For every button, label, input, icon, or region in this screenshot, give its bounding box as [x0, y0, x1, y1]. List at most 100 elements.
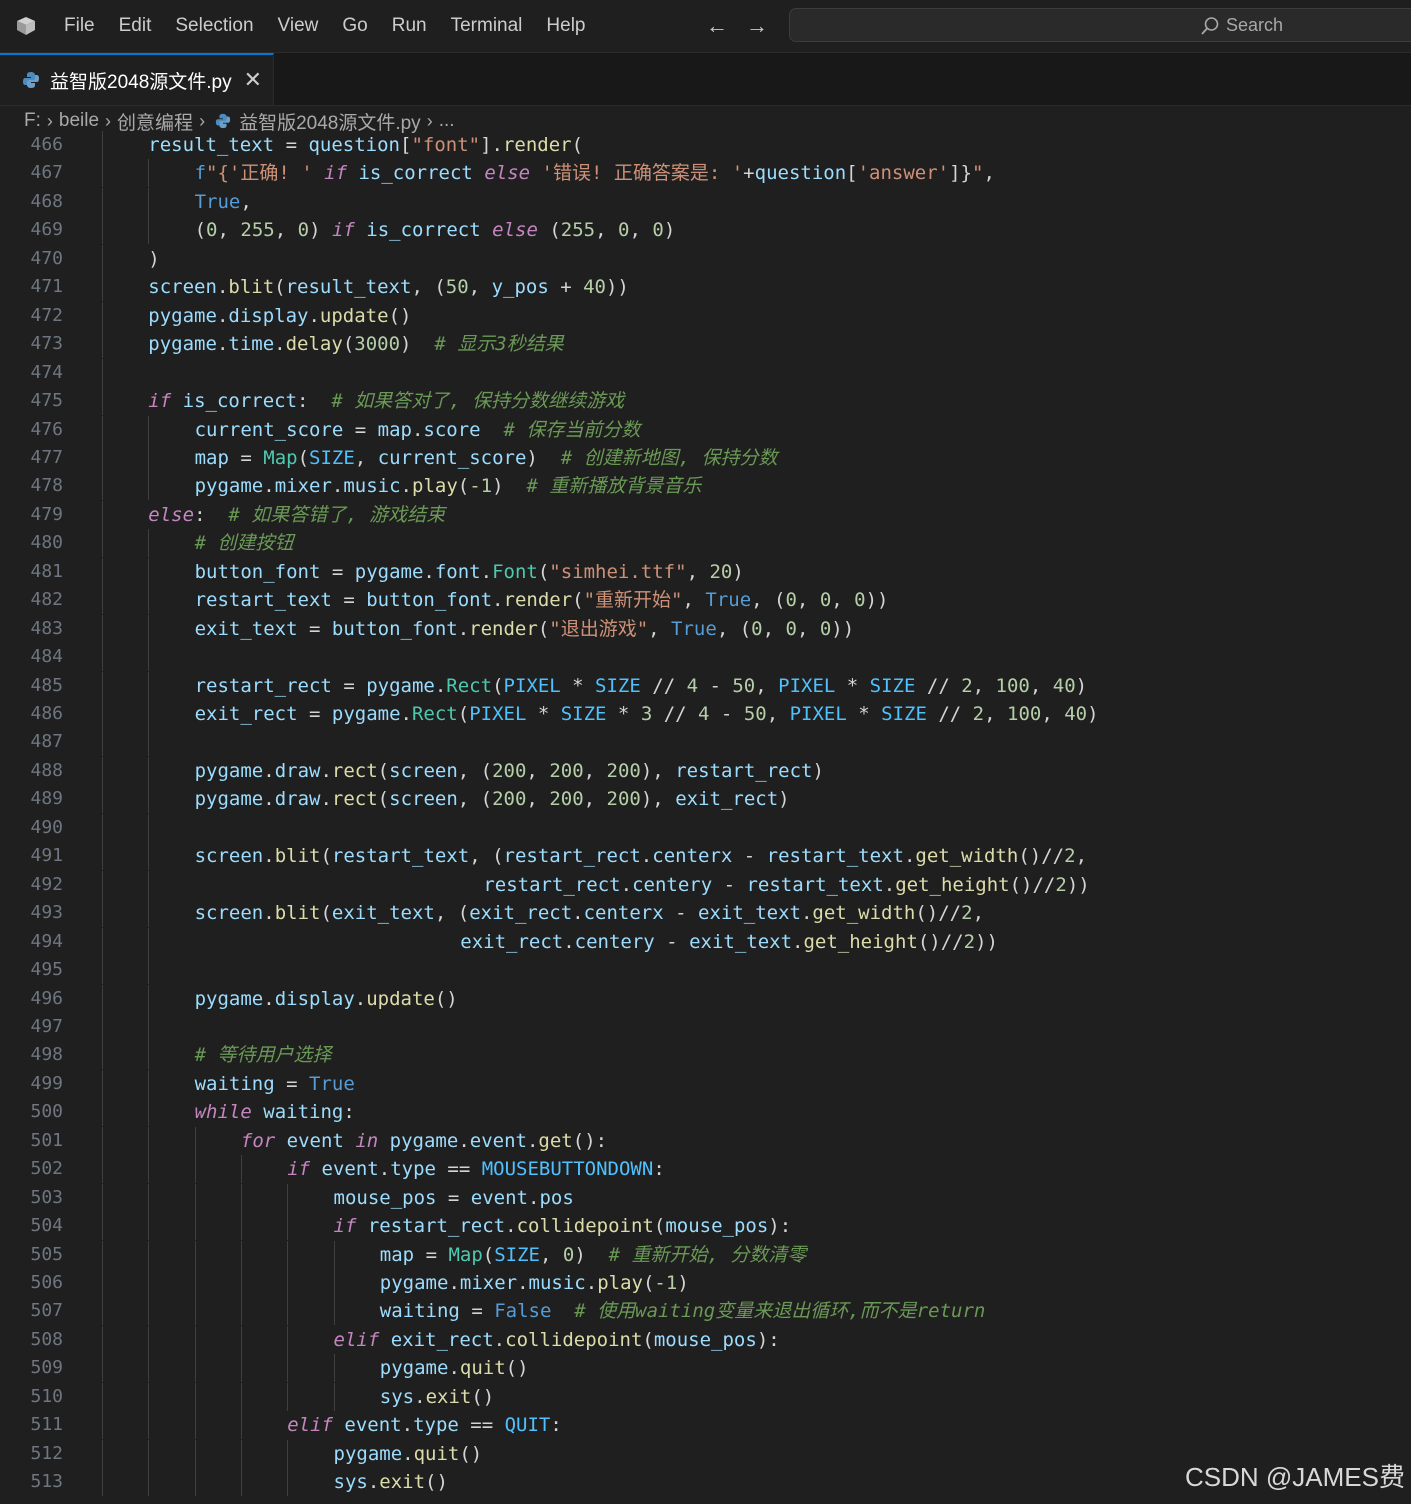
code-token: ,: [1029, 674, 1053, 697]
breadcrumb-symbol[interactable]: ...: [439, 110, 455, 132]
code-line[interactable]: 469 (0, 255, 0) if is_correct else (255, …: [0, 216, 1411, 245]
line-number: 489: [30, 788, 63, 810]
menu-terminal[interactable]: Terminal: [439, 0, 535, 52]
menu-go[interactable]: Go: [330, 0, 379, 52]
code-line[interactable]: 481 button_font = pygame.font.Font("simhe…: [0, 557, 1411, 586]
code-line[interactable]: 495: [0, 956, 1411, 985]
code-line[interactable]: 468 True,: [0, 187, 1411, 216]
code-line[interactable]: 511 elif event.type == QUIT:: [0, 1411, 1411, 1440]
code-line[interactable]: 496 pygame.display.update(): [0, 984, 1411, 1013]
code-line[interactable]: 467 f"{'正确! ' if is_correct else '错误! 正确答…: [0, 159, 1411, 188]
indent-guide: [102, 1269, 103, 1297]
code-token: .: [883, 873, 896, 896]
code-line[interactable]: 499 waiting = True: [0, 1069, 1411, 1098]
indent-guide: [148, 643, 150, 672]
forward-arrow-icon[interactable]: →: [745, 14, 769, 38]
code-line[interactable]: 483 exit_text = button_font.render("退出游戏"…: [0, 614, 1411, 643]
indent-guide: [194, 1297, 196, 1326]
code-token: current_score: [194, 418, 344, 441]
code-line[interactable]: 505 map = Map(SIZE, 0) # 重新开始, 分数清零: [0, 1240, 1411, 1269]
code-line[interactable]: 489 pygame.draw.rect(screen, (200, 200, 2…: [0, 785, 1411, 814]
code-line[interactable]: 484: [0, 643, 1411, 672]
code-line[interactable]: 488 pygame.draw.rect(screen, (200, 200, 2…: [0, 756, 1411, 785]
breadcrumb-drive[interactable]: F:: [24, 110, 41, 132]
code-token: '错误! 正确答案是: ': [541, 162, 744, 185]
code-line[interactable]: 473 pygame.time.delay(3000) # 显示3秒结果: [0, 330, 1411, 359]
indent-guide: [287, 1382, 289, 1411]
code-line[interactable]: 503 mouse_pos = event.pos: [0, 1183, 1411, 1212]
code-line[interactable]: 507 waiting = False # 使用waiting变量来退出循环,而不…: [0, 1297, 1411, 1326]
command-center-search[interactable]: Search: [789, 8, 1411, 42]
code-line[interactable]: 477 map = Map(SIZE, current_score) # 创建新地…: [0, 443, 1411, 472]
code-token: .: [263, 475, 275, 498]
breadcrumb-folder-beile[interactable]: beile: [59, 110, 99, 132]
code-line[interactable]: 490: [0, 813, 1411, 842]
close-icon[interactable]: ✕: [244, 67, 262, 93]
tab-active-file[interactable]: 益智版2048源文件.py ✕: [0, 53, 274, 105]
indent-guide: [148, 216, 150, 245]
code-token: :: [194, 503, 229, 526]
code-token: draw: [274, 759, 321, 782]
menu-file[interactable]: File: [52, 0, 107, 52]
code-line[interactable]: 479 else: # 如果答错了, 游戏结束: [0, 500, 1411, 529]
code-token: draw: [274, 788, 321, 811]
code-line[interactable]: 482 restart_text = button_font.render("重新…: [0, 586, 1411, 615]
indent-guide: [102, 1126, 103, 1155]
line-number: 503: [30, 1186, 63, 1208]
indent-guide: [287, 1439, 289, 1468]
menu-selection[interactable]: Selection: [163, 0, 265, 52]
code-token: True: [705, 589, 752, 612]
code-line[interactable]: 470): [0, 244, 1411, 273]
menu-view[interactable]: View: [266, 0, 331, 52]
code-line[interactable]: 506 pygame.mixer.music.play(-1): [0, 1269, 1411, 1297]
code-line[interactable]: 497: [0, 1012, 1411, 1041]
code-line[interactable]: 480 # 创建按钮: [0, 529, 1411, 558]
code-token: -1: [469, 475, 493, 498]
code-line[interactable]: 491 screen.blit(restart_text, (restart_re…: [0, 842, 1411, 871]
code-token: exit_rect: [675, 788, 779, 811]
code-line[interactable]: 471 screen.blit(result_text, (50, y_pos +…: [0, 273, 1411, 302]
code-line[interactable]: 501 for event in pygame.event.get():: [0, 1126, 1411, 1155]
code-token: -: [709, 703, 744, 725]
code-token: .: [263, 987, 275, 1010]
app-logo-icon[interactable]: [14, 14, 38, 38]
code-token: event: [344, 1414, 402, 1437]
code-line[interactable]: 485 restart_rect = pygame.Rect(PIXEL * SI…: [0, 671, 1411, 700]
indent-guide: [148, 472, 150, 501]
code-line[interactable]: 508 elif exit_rect.collidepoint(mouse_pos…: [0, 1325, 1411, 1354]
code-token: ): [309, 219, 332, 242]
code-line[interactable]: 474: [0, 358, 1411, 387]
code-line[interactable]: 476 current_score = map.score # 保存当前分数: [0, 415, 1411, 444]
code-line[interactable]: 486 exit_rect = pygame.Rect(PIXEL * SIZE …: [0, 700, 1411, 728]
code-line[interactable]: 478 pygame.mixer.music.play(-1) # 重新播放背景音…: [0, 472, 1411, 501]
back-arrow-icon[interactable]: ←: [705, 14, 729, 38]
code-line[interactable]: 487: [0, 728, 1411, 757]
code-line[interactable]: 498 # 等待用户选择: [0, 1041, 1411, 1070]
code-token: (): [425, 1471, 448, 1494]
code-token: ,: [583, 788, 607, 811]
code-line[interactable]: 492 restart_rect.centery - restart_text.g…: [0, 870, 1411, 899]
code-token: .: [792, 930, 804, 953]
code-editor[interactable]: 466 result_text = question["font"].render…: [0, 131, 1411, 1504]
code-token: (: [274, 276, 286, 299]
code-line[interactable]: 472 pygame.display.update(): [0, 301, 1411, 330]
code-token: , (: [716, 617, 752, 640]
code-line[interactable]: 502 if event.type == MOUSEBUTTONDOWN:: [0, 1155, 1411, 1184]
code-line[interactable]: 504 if restart_rect.collidepoint(mouse_po…: [0, 1212, 1411, 1241]
line-number: 508: [30, 1328, 63, 1350]
code-token: rect: [331, 759, 378, 782]
code-line[interactable]: 475 if is_correct: # 如果答对了, 保持分数继续游戏: [0, 387, 1411, 416]
code-line[interactable]: 466 result_text = question["font"].render…: [0, 131, 1411, 159]
code-line[interactable]: 510 sys.exit(): [0, 1382, 1411, 1411]
code-token: delay: [285, 333, 343, 356]
menu-help[interactable]: Help: [534, 0, 597, 52]
code-line[interactable]: 500 while waiting:: [0, 1098, 1411, 1127]
menu-edit[interactable]: Edit: [107, 0, 164, 52]
line-number: 512: [30, 1442, 63, 1464]
code-line[interactable]: 509 pygame.quit(): [0, 1354, 1411, 1383]
code-line[interactable]: 493 screen.blit(exit_text, (exit_rect.cen…: [0, 899, 1411, 928]
indent-guide: [194, 1439, 196, 1468]
menu-run[interactable]: Run: [380, 0, 439, 52]
code-line[interactable]: 494 exit_rect.centery - exit_text.get_hei…: [0, 927, 1411, 956]
